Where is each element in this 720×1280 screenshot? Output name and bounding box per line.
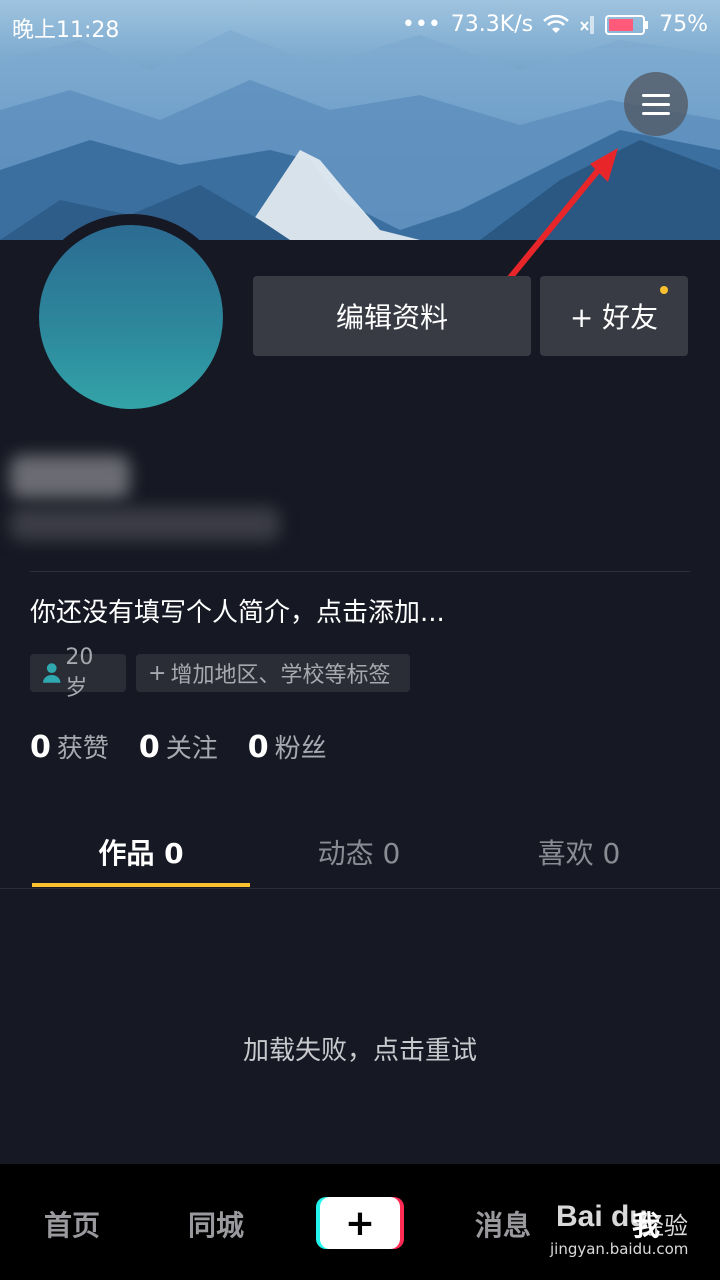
active-tab-indicator — [32, 883, 250, 887]
battery-percent: 75% — [659, 12, 708, 37]
edit-profile-button[interactable]: 编辑资料 — [253, 276, 531, 356]
stat-label: 粉丝 — [274, 734, 327, 764]
nav-messages[interactable]: 消息 — [475, 1204, 531, 1244]
notification-dot — [660, 286, 668, 294]
status-time: 晚上11:28 — [12, 18, 120, 43]
watermark-url: jingyan.baidu.com — [550, 1240, 689, 1258]
status-bar: 晚上11:28 ••• 73.3K/s 75% — [0, 0, 720, 52]
edit-profile-label: 编辑资料 — [335, 301, 448, 334]
stat-label: 关注 — [165, 734, 218, 764]
menu-button[interactable] — [624, 72, 688, 136]
add-tags-label: 增加地区、学校等标签 — [170, 663, 391, 688]
network-speed: 73.3K/s — [450, 12, 534, 37]
plus-icon: + — [148, 660, 167, 686]
age-label: 20岁 — [65, 644, 94, 701]
avatar[interactable] — [39, 225, 223, 409]
stat-likes[interactable]: 0 获赞 — [30, 728, 109, 765]
menu-icon-line — [642, 102, 670, 106]
add-friend-label: + 好友 — [569, 301, 659, 334]
stats-row: 0 获赞 0 关注 0 粉丝 — [30, 728, 327, 765]
stat-value: 0 — [138, 730, 160, 765]
stat-value: 0 — [30, 730, 51, 765]
nav-nearby[interactable]: 同城 — [188, 1204, 244, 1244]
stat-followers[interactable]: 0 粉丝 — [248, 728, 327, 765]
bio-text[interactable]: 你还没有填写个人简介，点击添加... — [30, 592, 445, 629]
watermark-text: 经验 — [640, 1212, 688, 1240]
plus-icon: + — [344, 1202, 376, 1244]
wifi-icon — [543, 14, 569, 33]
tab-likes[interactable]: 喜欢 0 — [470, 832, 688, 872]
stat-following[interactable]: 0 关注 — [139, 728, 218, 765]
add-tags-button[interactable]: + 增加地区、学校等标签 — [136, 654, 410, 692]
load-error-retry[interactable]: 加载失败，点击重试 — [0, 1030, 720, 1067]
divider — [30, 571, 690, 572]
nav-home[interactable]: 首页 — [44, 1204, 100, 1244]
battery-icon — [605, 14, 649, 35]
age-tag[interactable]: 20岁 — [30, 645, 126, 701]
signal-icon — [580, 15, 595, 34]
blurred-username — [0, 445, 300, 550]
user-icon — [42, 663, 61, 683]
content-tabs: 作品 0 动态 0 喜欢 0 — [0, 810, 720, 889]
more-dots-icon: ••• — [401, 12, 441, 37]
tab-activity[interactable]: 动态 0 — [250, 832, 468, 872]
stat-label: 获赞 — [56, 734, 109, 764]
baidu-watermark: Bai du 经验 jingyan.baidu.com — [548, 1196, 716, 1266]
menu-icon-line — [642, 111, 670, 115]
status-indicators: ••• 73.3K/s 75% — [402, 12, 708, 37]
menu-icon-line — [642, 93, 670, 97]
baidu-logo: Bai du — [556, 1200, 648, 1233]
create-button[interactable]: + — [320, 1197, 400, 1249]
stat-value: 0 — [247, 730, 269, 765]
tab-works[interactable]: 作品 0 — [32, 832, 250, 872]
add-friend-button[interactable]: + 好友 — [540, 276, 688, 356]
